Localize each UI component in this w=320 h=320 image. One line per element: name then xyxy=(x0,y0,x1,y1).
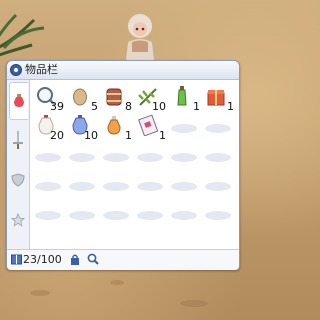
inventory-slot[interactable]: 1 xyxy=(169,83,201,113)
inventory-slot[interactable] xyxy=(203,199,235,229)
inventory-titlebar[interactable]: 物品栏 xyxy=(7,61,239,80)
empty-slot-marker xyxy=(69,153,95,162)
tab-consumables[interactable] xyxy=(9,82,28,120)
inventory-slot[interactable] xyxy=(135,199,167,229)
inventory-slot[interactable]: 8 xyxy=(101,83,133,113)
empty-slot-marker xyxy=(205,153,231,162)
inventory-slot[interactable]: 20 xyxy=(33,112,65,142)
empty-slot-marker xyxy=(205,211,231,220)
inventory-slot[interactable]: 10 xyxy=(67,112,99,142)
item-quantity: 1 xyxy=(159,129,166,142)
item-quantity: 20 xyxy=(50,129,64,142)
barrel-item-icon xyxy=(106,88,122,106)
empty-slot-marker xyxy=(171,124,197,133)
ground-pebble xyxy=(110,280,124,285)
inventory-slot[interactable] xyxy=(33,170,65,200)
card-item-icon xyxy=(138,114,159,136)
inventory-slot[interactable] xyxy=(67,199,99,229)
sword-icon xyxy=(13,131,23,149)
item-count: 23/100 xyxy=(23,253,62,266)
empty-slot-marker xyxy=(69,182,95,191)
inventory-slot[interactable] xyxy=(67,170,99,200)
inventory-window[interactable]: 物品栏 39 5 8 10 1 1 20 10 1 1 23/100 xyxy=(6,60,240,270)
inventory-tabs xyxy=(7,80,30,250)
player-character[interactable] xyxy=(118,12,162,60)
inventory-slot[interactable] xyxy=(203,170,235,200)
window-menu-icon[interactable] xyxy=(10,64,22,76)
item-quantity: 10 xyxy=(84,129,98,142)
green-potion-item-icon xyxy=(177,86,187,106)
inventory-slot[interactable] xyxy=(169,112,201,142)
potion-icon xyxy=(14,94,24,107)
item-quantity: 8 xyxy=(125,100,132,113)
item-quantity: 1 xyxy=(125,129,132,142)
item-quantity: 1 xyxy=(227,100,234,113)
empty-slot-marker xyxy=(171,153,197,162)
empty-slot-marker xyxy=(103,211,129,220)
inventory-slot[interactable]: 5 xyxy=(67,83,99,113)
item-quantity: 39 xyxy=(50,100,64,113)
inventory-slot[interactable]: 1 xyxy=(135,112,167,142)
inventory-slot[interactable] xyxy=(169,141,201,171)
gift-box-item-icon xyxy=(207,90,225,106)
inventory-slot[interactable] xyxy=(169,170,201,200)
empty-slot-marker xyxy=(137,182,163,191)
inventory-slot[interactable]: 39 xyxy=(33,83,65,113)
empty-slot-marker xyxy=(171,182,197,191)
empty-slot-marker xyxy=(35,211,61,220)
search-icon[interactable] xyxy=(87,253,99,265)
tab-etc[interactable] xyxy=(9,202,27,238)
ground-pebble xyxy=(180,300,208,307)
inventory-slot[interactable] xyxy=(101,141,133,171)
empty-slot-marker xyxy=(35,182,61,191)
inventory-grid: 39 5 8 10 1 1 20 10 1 1 xyxy=(33,83,237,227)
empty-slot-marker xyxy=(171,211,197,220)
lock-icon[interactable] xyxy=(70,254,80,265)
inventory-statusbar: 23/100 xyxy=(7,249,239,270)
empty-slot-marker xyxy=(103,182,129,191)
orange-potion-item-icon xyxy=(107,116,121,135)
shield-icon xyxy=(11,173,25,187)
empty-slot-marker xyxy=(137,153,163,162)
empty-slot-marker xyxy=(137,211,163,220)
empty-slot-marker xyxy=(35,153,61,162)
ground-pebble xyxy=(30,290,50,296)
star-icon xyxy=(11,213,25,227)
inventory-slot[interactable] xyxy=(33,141,65,171)
inventory-title: 物品栏 xyxy=(25,63,58,76)
inventory-slot[interactable] xyxy=(101,170,133,200)
inventory-slot[interactable] xyxy=(135,141,167,171)
empty-slot-marker xyxy=(205,182,231,191)
inventory-slot[interactable] xyxy=(101,199,133,229)
inventory-slot[interactable] xyxy=(67,141,99,171)
item-quantity: 1 xyxy=(193,100,200,113)
empty-slot-marker xyxy=(69,211,95,220)
tab-equipment[interactable] xyxy=(9,122,27,158)
item-quantity: 10 xyxy=(152,100,166,113)
egg-item-icon xyxy=(73,88,87,106)
inventory-slot[interactable]: 1 xyxy=(101,112,133,142)
book-icon xyxy=(11,254,22,265)
inventory-slot[interactable] xyxy=(33,199,65,229)
tab-armor[interactable] xyxy=(9,162,27,198)
item-quantity: 5 xyxy=(91,100,98,113)
inventory-slot[interactable] xyxy=(203,112,235,142)
inventory-slot[interactable] xyxy=(169,199,201,229)
inventory-slot[interactable]: 10 xyxy=(135,83,167,113)
inventory-slot[interactable]: 1 xyxy=(203,83,235,113)
inventory-slot[interactable] xyxy=(135,170,167,200)
inventory-slot[interactable] xyxy=(203,141,235,171)
empty-slot-marker xyxy=(103,153,129,162)
empty-slot-marker xyxy=(205,124,231,133)
